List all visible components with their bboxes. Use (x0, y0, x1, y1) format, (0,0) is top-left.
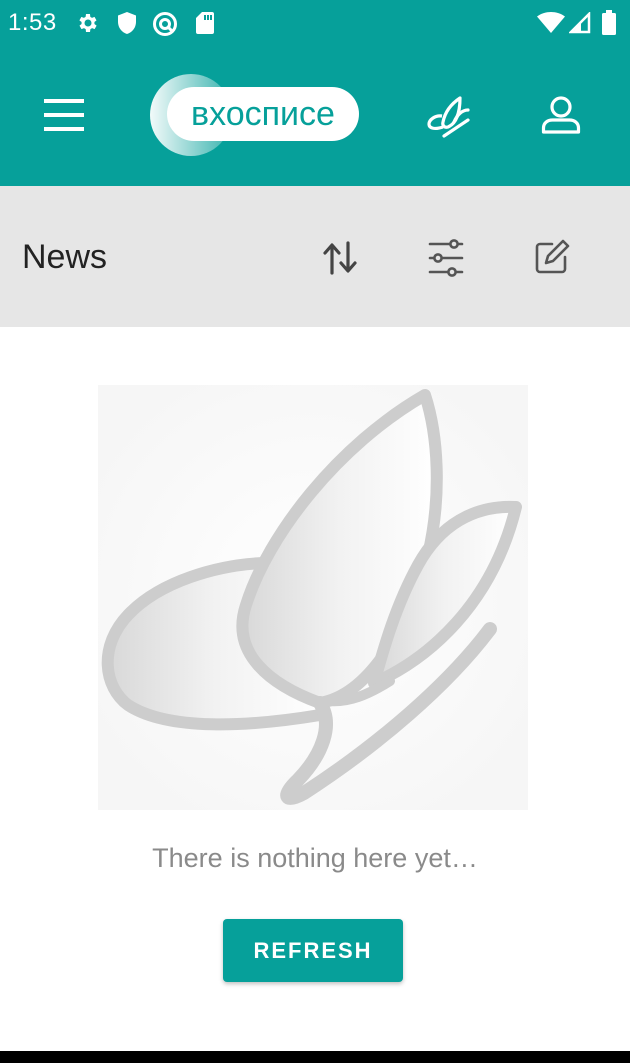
wifi-icon (537, 12, 565, 33)
signal-icon (569, 12, 591, 34)
filter-icon[interactable] (428, 239, 464, 277)
page-title: News (22, 238, 108, 276)
vpn-icon (153, 12, 177, 36)
empty-state-message: There is nothing here yet… (152, 843, 478, 873)
gear-icon (79, 14, 97, 32)
profile-icon[interactable] (541, 96, 581, 134)
app-bar: вхосписе (0, 46, 630, 186)
menu-icon[interactable] (44, 99, 84, 131)
refresh-button[interactable]: REFRESH (223, 919, 403, 982)
sort-icon[interactable] (322, 241, 358, 275)
butterfly-illustration (98, 385, 528, 810)
sd-card-icon (196, 12, 214, 34)
status-bar: 1:53 (0, 0, 630, 46)
section-toolbar: News (0, 186, 630, 327)
butterfly-icon[interactable] (426, 96, 470, 138)
navigation-bar (0, 1051, 630, 1063)
shield-icon (118, 12, 136, 34)
status-time: 1:53 (8, 9, 57, 36)
edit-icon[interactable] (534, 239, 570, 275)
logo-text: вхосписе (167, 87, 359, 141)
app-logo[interactable]: вхосписе (149, 73, 364, 157)
battery-icon (602, 10, 616, 35)
